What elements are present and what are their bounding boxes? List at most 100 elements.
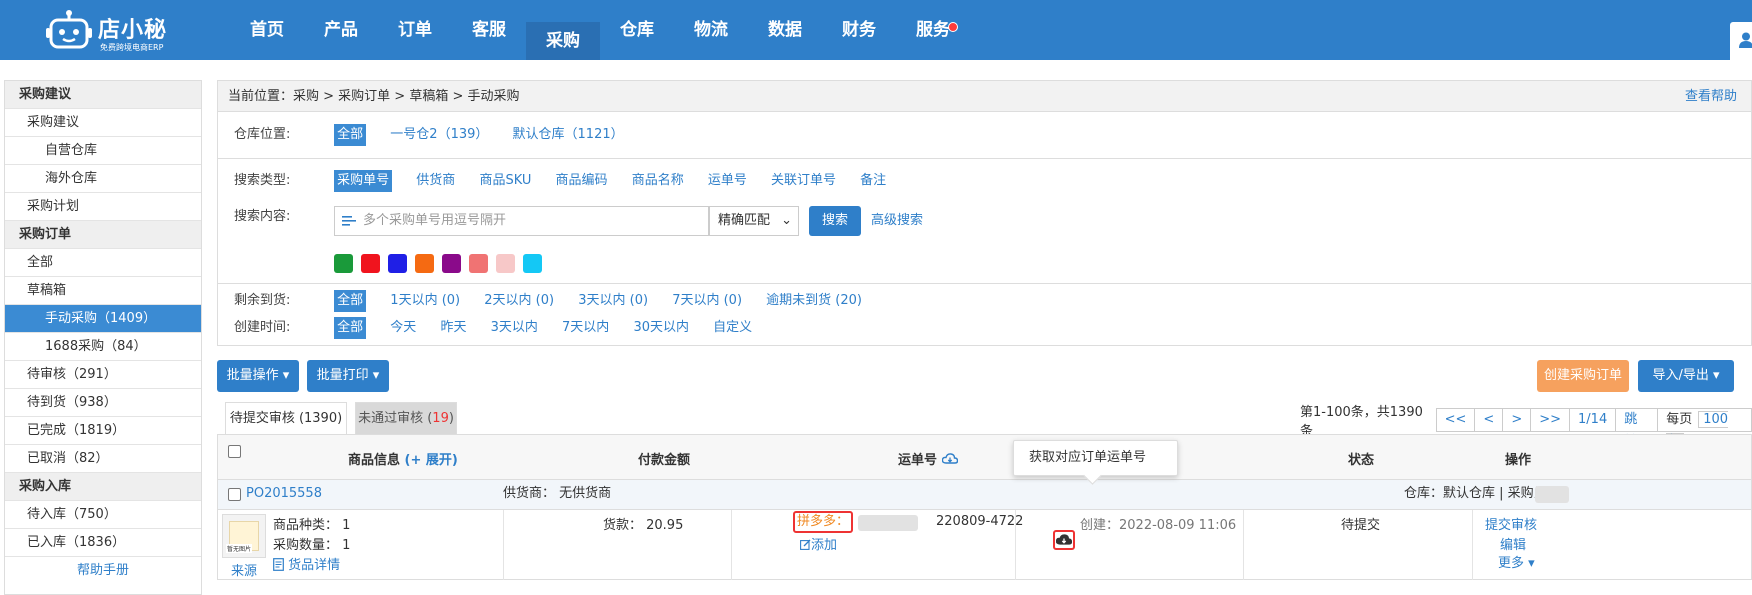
row-checkbox[interactable] [228, 488, 241, 501]
sidebar-item-awaiting-arrival[interactable]: 待到货（938） [5, 389, 201, 417]
warehouse-option-default[interactable]: 默认仓库（1121） [513, 124, 624, 146]
nav-logistics[interactable]: 物流 [674, 0, 748, 60]
warehouse-option-1[interactable]: 一号仓2（139） [390, 124, 488, 146]
search-placeholder: 多个采购单号用逗号隔开 [363, 213, 507, 228]
nav-products[interactable]: 产品 [304, 0, 378, 60]
nav-services[interactable]: 服务 [896, 0, 970, 60]
page-indicator[interactable]: 1/14 [1569, 408, 1617, 432]
sidebar-section-purchase-suggestion: 采购建议 [5, 81, 201, 109]
per-page-text: 每页 [1666, 412, 1693, 427]
created-option-today[interactable]: 今天 [390, 317, 416, 339]
created-option-7d[interactable]: 7天以内 [562, 317, 609, 339]
next-page-button[interactable]: > [1502, 408, 1532, 432]
remaining-option-2d[interactable]: 2天以内 (0) [484, 290, 554, 312]
remaining-option-7d[interactable]: 7天以内 (0) [672, 290, 742, 312]
sidebar-item-overseas-warehouse[interactable]: 海外仓库 [5, 165, 201, 193]
sidebar-item-inbound-done[interactable]: 已入库（1836） [5, 529, 201, 557]
search-button[interactable]: 搜索 [809, 206, 861, 236]
batch-print-button[interactable]: 批量打印 ▾ [307, 360, 389, 392]
fetch-tracking-button[interactable] [1053, 530, 1075, 550]
search-type-product-name[interactable]: 商品名称 [632, 170, 684, 192]
batch-operations-button[interactable]: 批量操作 ▾ [217, 360, 299, 392]
view-help-link[interactable]: 查看帮助 [1685, 81, 1737, 113]
remaining-option-overdue[interactable]: 逾期未到货 (20) [766, 290, 862, 312]
created-option-all[interactable]: 全部 [334, 317, 367, 339]
product-detail-link[interactable]: 货品详情 [273, 554, 340, 573]
sidebar-item-manual-purchase[interactable]: 手动采购（1409） [5, 305, 201, 333]
search-type-tracking[interactable]: 运单号 [708, 170, 747, 192]
sidebar-item-cancelled[interactable]: 已取消（82） [5, 445, 201, 473]
last-page-button[interactable]: >> [1530, 408, 1571, 432]
sidebar-help-manual[interactable]: 帮助手册 [5, 557, 201, 585]
po-number-link[interactable]: PO2015558 [246, 480, 322, 508]
remaining-option-all[interactable]: 全部 [334, 290, 367, 312]
search-type-related-order[interactable]: 关联订单号 [771, 170, 836, 192]
user-menu[interactable] [1730, 22, 1752, 60]
tab-rejected-suffix: ) [448, 411, 454, 426]
sidebar-item-awaiting-inbound[interactable]: 待入库（750） [5, 501, 201, 529]
advanced-search-link[interactable]: 高级搜索 [871, 206, 923, 236]
expand-link[interactable]: (+ 展开) [405, 453, 458, 468]
warehouse-option-all[interactable]: 全部 [334, 124, 367, 146]
nav-home[interactable]: 首页 [230, 0, 304, 60]
pagination: 第1-100条，共1390条 << < > >> 1/14 跳转 每页100条 [1300, 405, 1752, 450]
nav-orders[interactable]: 订单 [378, 0, 452, 60]
cloud-download-icon [1056, 534, 1072, 545]
prev-page-button[interactable]: < [1474, 408, 1504, 432]
nav-finance[interactable]: 财务 [822, 0, 896, 60]
nav-data[interactable]: 数据 [748, 0, 822, 60]
jump-button[interactable]: 跳转 [1615, 408, 1659, 449]
divider [218, 158, 1752, 159]
remaining-option-3d[interactable]: 3天以内 (0) [578, 290, 648, 312]
created-option-3d[interactable]: 3天以内 [491, 317, 538, 339]
search-type-supplier[interactable]: 供货商 [416, 170, 455, 192]
nav-warehouse[interactable]: 仓库 [600, 0, 674, 60]
edit-link[interactable]: 编辑 [1500, 534, 1526, 553]
sidebar-item-pending-review[interactable]: 待审核（291） [5, 361, 201, 389]
color-flag-swatch[interactable] [469, 254, 488, 273]
sidebar-item-drafts[interactable]: 草稿箱 [5, 277, 201, 305]
logo[interactable]: 店小秘 免费跨境电商ERP [46, 6, 216, 54]
nav-purchase[interactable]: 采购 [526, 22, 600, 60]
color-flag-swatch[interactable] [523, 254, 542, 273]
tab-rejected[interactable]: 未通过审核 (19) [355, 402, 457, 434]
cell-divider [731, 510, 732, 580]
nav-customer-service[interactable]: 客服 [452, 0, 526, 60]
color-flag-swatch[interactable] [361, 254, 380, 273]
created-option-yesterday[interactable]: 昨天 [440, 317, 466, 339]
source-link[interactable]: 来源 [231, 560, 257, 579]
match-mode-select[interactable]: 精确匹配 ⌄ [709, 206, 799, 236]
add-tracking-link[interactable]: 添加 [800, 534, 837, 553]
sidebar-item-1688-purchase[interactable]: 1688采购（84） [5, 333, 201, 361]
sidebar-item-completed[interactable]: 已完成（1819） [5, 417, 201, 445]
filter-remaining-arrival: 剩余到货: 全部 1天以内 (0) 2天以内 (0) 3天以内 (0) 7天以内… [234, 290, 882, 312]
created-time: 创建：2022-08-09 11:06 [1080, 518, 1237, 533]
create-purchase-order-button[interactable]: 创建采购订单 [1537, 360, 1629, 392]
submit-review-link[interactable]: 提交审核 [1485, 514, 1537, 533]
search-type-product-code[interactable]: 商品编码 [556, 170, 608, 192]
import-export-button[interactable]: 导入/导出 ▾ [1638, 360, 1734, 392]
color-flag-swatch[interactable] [415, 254, 434, 273]
sidebar-item-all[interactable]: 全部 [5, 249, 201, 277]
color-flag-swatch[interactable] [496, 254, 515, 273]
color-flag-swatch[interactable] [388, 254, 407, 273]
tab-pending-submit[interactable]: 待提交审核 (1390) [225, 402, 347, 434]
search-type-note[interactable]: 备注 [860, 170, 886, 192]
search-type-sku[interactable]: 商品SKU [479, 170, 531, 192]
sidebar-item-own-warehouse[interactable]: 自营仓库 [5, 137, 201, 165]
cloud-download-icon[interactable] [941, 453, 958, 465]
color-flag-swatch[interactable] [442, 254, 461, 273]
more-actions-link[interactable]: 更多 ▾ [1498, 552, 1535, 571]
remaining-option-1d[interactable]: 1天以内 (0) [390, 290, 460, 312]
sidebar-item-purchase-suggestion[interactable]: 采购建议 [5, 109, 201, 137]
sidebar-section-purchase-orders: 采购订单 [5, 221, 201, 249]
created-option-30d[interactable]: 30天以内 [633, 317, 689, 339]
created-option-custom[interactable]: 自定义 [713, 317, 752, 339]
search-type-po-number[interactable]: 采购单号 [334, 170, 393, 192]
color-flag-swatch[interactable] [334, 254, 353, 273]
select-all-checkbox[interactable] [228, 445, 241, 458]
sidebar-item-purchase-plan[interactable]: 采购计划 [5, 193, 201, 221]
product-thumbnail[interactable]: 暂无图片 [222, 514, 266, 558]
search-input[interactable]: 多个采购单号用逗号隔开 [334, 206, 709, 236]
first-page-button[interactable]: << [1435, 408, 1476, 432]
